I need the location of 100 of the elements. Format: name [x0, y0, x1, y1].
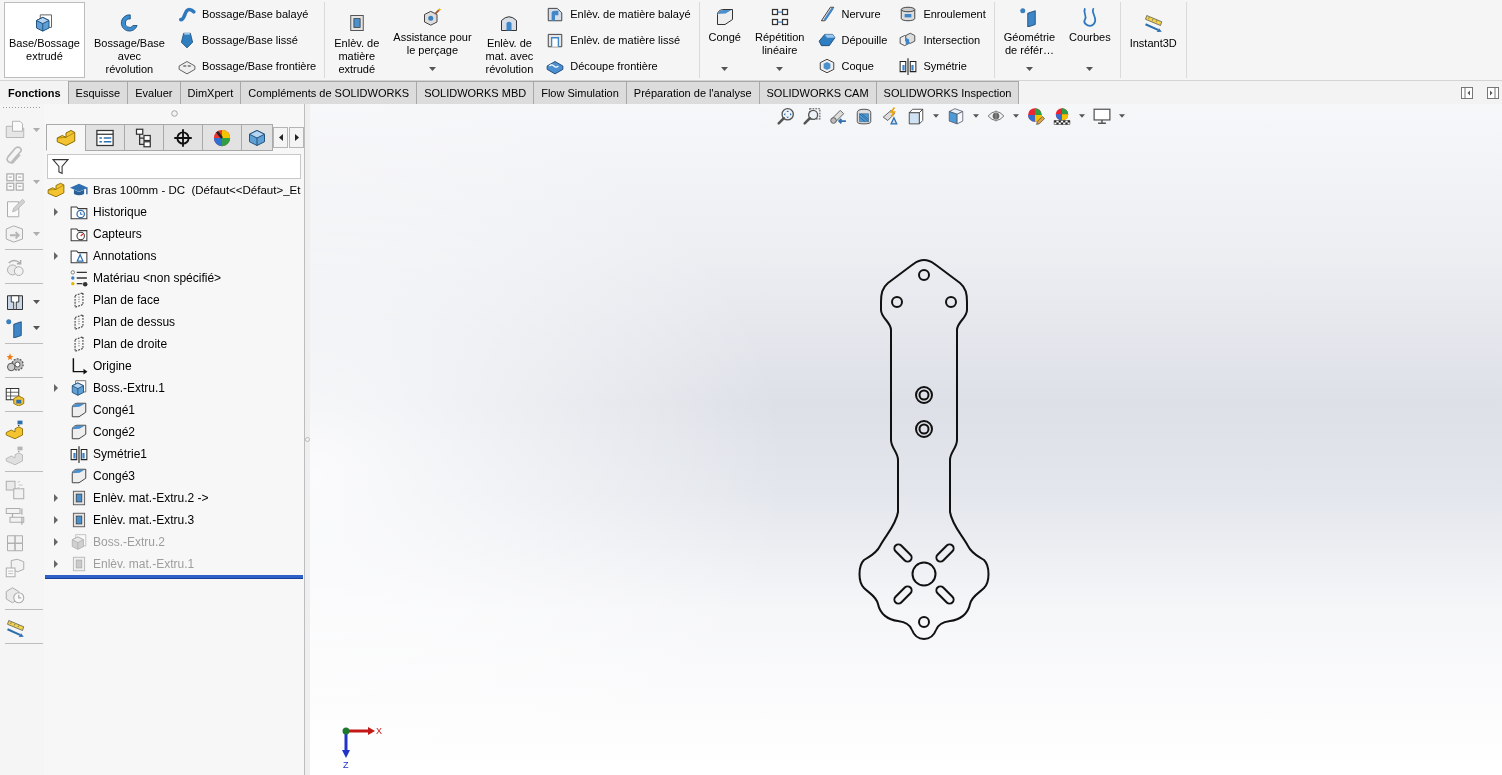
tree-item[interactable]: Plan de droite [44, 333, 168, 355]
grip-icon[interactable] [2, 106, 42, 109]
ribbon-button[interactable]: Instant3D [1124, 2, 1182, 78]
tree-item[interactable]: Plan de face [44, 289, 160, 311]
sectioned-solid-icon[interactable] [855, 107, 873, 125]
ribbon-button[interactable]: Enlèv. de mat. avec révolution [480, 2, 539, 78]
list-icon [95, 127, 115, 148]
zoom-area-icon[interactable] [803, 107, 821, 125]
caret-icon[interactable] [973, 114, 979, 118]
tree-item[interactable]: Capteurs [44, 223, 142, 245]
counterbore-block-icon[interactable] [5, 292, 25, 312]
expand-arrow-icon[interactable] [52, 494, 60, 502]
color-wheel-icon [212, 127, 232, 148]
ribbon-button[interactable]: Enroulement [895, 2, 990, 26]
tree-item[interactable]: Congé3 [44, 465, 136, 487]
expand-arrow-icon[interactable] [52, 538, 60, 546]
gears-star-icon[interactable] [5, 352, 25, 372]
tab[interactable]: Flow Simulation [533, 81, 627, 104]
tab[interactable]: Préparation de l'analyse [625, 81, 760, 104]
tree-item[interactable]: Historique [44, 201, 148, 223]
expand-arrow-icon[interactable] [52, 384, 60, 392]
expand-arrow-icon[interactable] [52, 208, 60, 216]
caret-icon[interactable] [1013, 114, 1019, 118]
curved-cut-block-icon [546, 5, 565, 23]
filter-field[interactable] [47, 154, 301, 179]
tree-item[interactable]: Bras 100mm - DC (Défaut<<Défaut>_Et [44, 179, 301, 201]
ribbon-button[interactable]: Enlèv. de matière balayé [542, 2, 695, 26]
tab[interactable]: DimXpert [179, 81, 242, 104]
tab[interactable]: Esquisse [67, 81, 129, 104]
scroll-left-button[interactable] [273, 127, 288, 148]
cube-frame-icon [70, 533, 88, 551]
ribbon-button[interactable]: Courbes [1064, 2, 1116, 78]
cube-outline-icon[interactable] [907, 107, 925, 125]
panel-toggle-icon[interactable] [1461, 86, 1473, 99]
tab[interactable]: SOLIDWORKS CAM [758, 81, 877, 104]
panel-tab[interactable] [85, 124, 125, 151]
tree-item[interactable]: Plan de dessus [44, 311, 176, 333]
framed-square-icon [70, 555, 88, 573]
tree-item[interactable]: Origine [44, 355, 132, 377]
ribbon-button[interactable]: Répétition linéaire [749, 2, 810, 78]
ribbon-button[interactable]: Enlèv. de matière lissé [542, 28, 695, 52]
tree-item[interactable]: Boss.-Extru.1 [44, 377, 166, 399]
tree-item[interactable]: Symétrie1 [44, 443, 148, 465]
eye-icon[interactable] [987, 107, 1005, 125]
caret-icon[interactable] [33, 326, 40, 330]
caret-icon[interactable] [933, 114, 939, 118]
curved-solid-icon [119, 13, 140, 33]
monitor-icon[interactable] [1093, 107, 1111, 125]
handle-dot-icon[interactable] [305, 437, 310, 442]
ribbon-button[interactable]: Enlèv. de matière extrudé [329, 2, 385, 78]
expand-arrow-icon[interactable] [52, 516, 60, 524]
arched-block-icon [499, 13, 520, 33]
ribbon-button[interactable]: Dépouille [813, 28, 892, 52]
ribbon-button[interactable]: Bossage/Base lissé [173, 28, 321, 52]
tree-item[interactable]: Enlèv. mat.-Extru.3 [44, 509, 195, 531]
tree-item[interactable]: Congé2 [44, 421, 136, 443]
crosshair-icon [173, 127, 193, 148]
caret-icon[interactable] [33, 300, 40, 304]
telescope-lightning-icon[interactable] [881, 107, 899, 125]
tree-item[interactable]: Congé1 [44, 399, 136, 421]
cube-frame-icon [34, 13, 55, 33]
panel-toggle-icon[interactable] [1487, 86, 1499, 99]
sphere-pencil-icon[interactable] [1027, 107, 1045, 125]
ruler-arrow-icon[interactable] [5, 618, 25, 638]
expand-arrow-icon[interactable] [52, 560, 60, 568]
telescope-arrow-icon[interactable] [829, 107, 847, 125]
filter-icon [52, 158, 69, 175]
shaded-box-icon[interactable] [947, 107, 965, 125]
tree-diagram-icon [134, 127, 154, 148]
tree-item[interactable]: Annotations [44, 245, 157, 267]
caret-icon[interactable] [1119, 114, 1125, 118]
zoom-fit-icon[interactable] [777, 107, 795, 125]
ribbon-button[interactable]: Base/Bossage extrudé [4, 2, 85, 78]
table-block-icon[interactable] [5, 386, 25, 406]
ribbon-button[interactable]: Bossage/Base avec révolution [88, 2, 170, 78]
ribbon-button[interactable]: Symétrie [895, 54, 990, 78]
tab[interactable]: Evaluer [127, 81, 181, 104]
plane-point-icon[interactable] [5, 318, 25, 338]
ribbon-button[interactable]: Bossage/Base balayé [173, 2, 321, 26]
expand-arrow-icon[interactable] [52, 252, 60, 260]
ribbon-button[interactable]: Géométrie de référ… [998, 2, 1061, 78]
ribbon-button[interactable]: Intersection [895, 28, 990, 52]
scroll-right-button[interactable] [289, 127, 304, 148]
ribbon-button[interactable]: Nervure [813, 2, 892, 26]
tree-item[interactable]: Enlèv. mat.-Extru.2 -> [44, 487, 209, 509]
panel-tab[interactable] [163, 124, 203, 151]
tab[interactable]: Compléments de SOLIDWORKS [240, 81, 418, 104]
caret-icon[interactable] [1079, 114, 1085, 118]
tab[interactable]: SOLIDWORKS Inspection [875, 81, 1020, 104]
ribbon-button[interactable]: Congé [703, 2, 746, 78]
ribbon-button[interactable]: Bossage/Base frontière [173, 54, 321, 78]
ribbon-button[interactable]: Découpe frontière [542, 54, 695, 78]
block-flag-icon[interactable] [5, 420, 25, 440]
sphere-checkerboard-icon[interactable] [1053, 107, 1071, 125]
tab[interactable]: SOLIDWORKS MBD [416, 81, 535, 104]
handle-dot-icon[interactable] [170, 110, 178, 117]
ribbon-button[interactable]: Assistance pour le perçage [388, 2, 477, 78]
tree-item[interactable]: Matériau <non spécifié> [44, 267, 222, 289]
ribbon-button[interactable]: Coque [813, 54, 892, 78]
panel-tab[interactable] [124, 124, 164, 151]
